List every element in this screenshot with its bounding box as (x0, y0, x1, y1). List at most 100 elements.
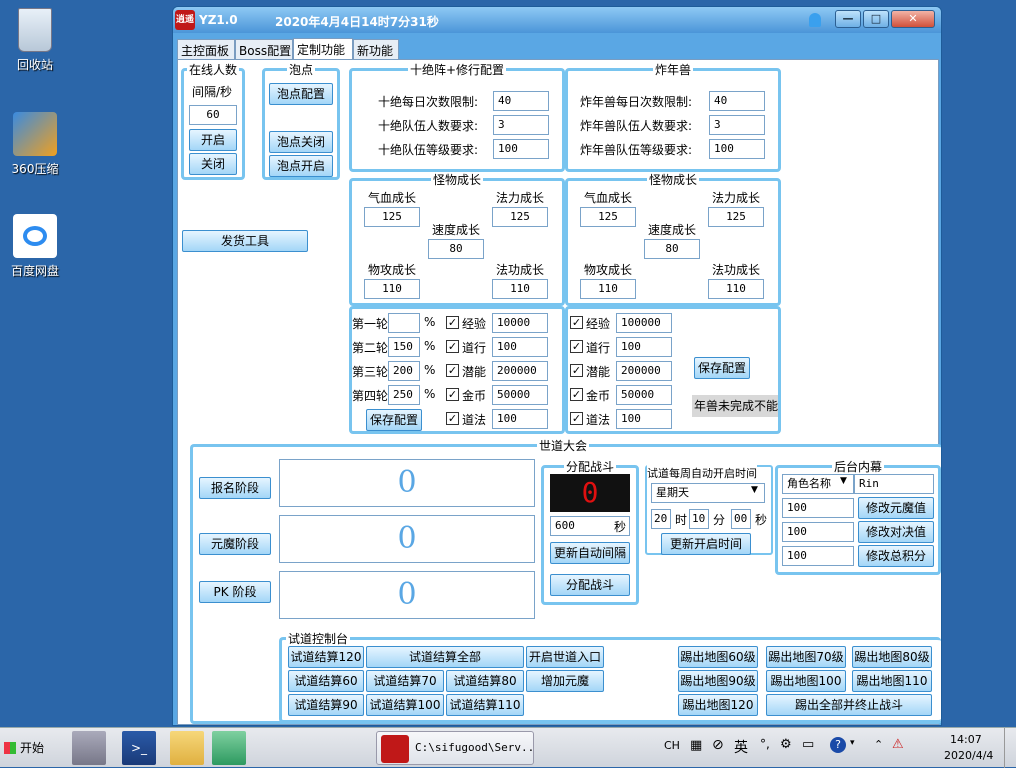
gold-checkbox[interactable]: ✓ (570, 388, 583, 401)
hp-growth-input[interactable]: 125 (580, 207, 636, 227)
mp-growth-input[interactable]: 125 (492, 207, 548, 227)
round4-input[interactable]: 250 (388, 385, 420, 405)
minimize-button[interactable]: — (835, 10, 861, 28)
shijue-team-size-input[interactable]: 3 (493, 115, 549, 135)
powershell-icon[interactable]: >_ (122, 731, 156, 765)
help-icon[interactable]: ? (830, 737, 846, 753)
round2-input[interactable]: 150 (388, 337, 420, 357)
round1-input[interactable] (388, 313, 420, 333)
signup-stage-button[interactable]: 报名阶段 (199, 477, 271, 499)
tab-new-functions[interactable]: 新功能 (353, 39, 399, 59)
daofa-input[interactable]: 100 (492, 409, 548, 429)
close-button[interactable]: ✕ (891, 10, 935, 28)
settle-all-button[interactable]: 试道结算全部 (366, 646, 524, 668)
tab-main-panel[interactable]: 主控面板 (177, 39, 235, 59)
tray-arrow-icon[interactable]: ▾ (850, 738, 855, 748)
nian-team-level-input[interactable]: 100 (709, 139, 765, 159)
shijue-team-level-input[interactable]: 100 (493, 139, 549, 159)
atk-growth-input[interactable]: 110 (580, 279, 636, 299)
duel-value-input[interactable]: 100 (782, 522, 854, 542)
tray-expand-icon[interactable]: ⌃ (874, 738, 883, 751)
potential-input[interactable]: 200000 (492, 361, 548, 381)
atk-growth-input[interactable]: 110 (364, 279, 420, 299)
daofa-checkbox[interactable]: ✓ (570, 412, 583, 425)
hp-growth-input[interactable]: 125 (364, 207, 420, 227)
input-lang-indicator[interactable]: CH (664, 739, 680, 752)
exp-input[interactable]: 10000 (492, 313, 548, 333)
bubble-config-button[interactable]: 泡点配置 (269, 83, 333, 105)
network-error-icon[interactable]: ⚠ (892, 737, 904, 752)
exp-checkbox[interactable]: ✓ (446, 316, 459, 329)
pk-stage-button[interactable]: PK 阶段 (199, 581, 271, 603)
maximize-button[interactable]: □ (863, 10, 889, 28)
chevron-down-icon[interactable]: ▼ (840, 476, 847, 486)
settle-80-button[interactable]: 试道结算80 (446, 670, 524, 692)
role-name-input[interactable]: Rin (854, 474, 934, 494)
clock-time[interactable]: 14:07 (950, 733, 982, 746)
kick-70-button[interactable]: 踢出地图70级 (766, 646, 846, 668)
bubble-open-button[interactable]: 泡点开启 (269, 155, 333, 177)
round-save-config-button[interactable]: 保存配置 (366, 409, 422, 431)
app-green-icon[interactable] (212, 731, 246, 765)
yuanmo-stage-button[interactable]: 元魔阶段 (199, 533, 271, 555)
online-close-button[interactable]: 关闭 (189, 153, 237, 175)
nian-team-size-input[interactable]: 3 (709, 115, 765, 135)
allocate-battle-button[interactable]: 分配战斗 (550, 574, 630, 596)
kick-100-button[interactable]: 踢出地图100 (766, 670, 846, 692)
potential-input[interactable]: 200000 (616, 361, 672, 381)
daoxing-checkbox[interactable]: ✓ (446, 340, 459, 353)
update-open-time-button[interactable]: 更新开启时间 (661, 533, 751, 555)
kick-90-button[interactable]: 踢出地图90级 (678, 670, 758, 692)
send-tool-button[interactable]: 发货工具 (182, 230, 308, 252)
settle-100-button[interactable]: 试道结算100 (366, 694, 444, 716)
server-manager-icon[interactable] (72, 731, 106, 765)
gold-input[interactable]: 50000 (492, 385, 548, 405)
daoxing-input[interactable]: 100 (616, 337, 672, 357)
total-score-input[interactable]: 100 (782, 546, 854, 566)
speed-growth-input[interactable]: 80 (428, 239, 484, 259)
tray-window-icon[interactable]: ▭ (802, 737, 814, 752)
taskbar-app-item[interactable]: C:\sifugood\Serv... (376, 731, 534, 765)
settle-70-button[interactable]: 试道结算70 (366, 670, 444, 692)
gold-input[interactable]: 50000 (616, 385, 672, 405)
modify-total-score-button[interactable]: 修改总积分 (858, 545, 934, 567)
settle-90-button[interactable]: 试道结算90 (288, 694, 364, 716)
desktop-icon-baidu-netdisk[interactable]: 百度网盘 (3, 214, 67, 279)
file-explorer-icon[interactable] (170, 731, 204, 765)
kick-120-button[interactable]: 踢出地图120 (678, 694, 758, 716)
bubble-close-button[interactable]: 泡点关闭 (269, 131, 333, 153)
show-desktop-button[interactable] (1004, 728, 1016, 768)
daoxing-input[interactable]: 100 (492, 337, 548, 357)
daofa-input[interactable]: 100 (616, 409, 672, 429)
daoxing-checkbox[interactable]: ✓ (570, 340, 583, 353)
open-entrance-button[interactable]: 开启世道入口 (526, 646, 604, 668)
clock-date[interactable]: 2020/4/4 (944, 749, 993, 762)
daofa-checkbox[interactable]: ✓ (446, 412, 459, 425)
round3-input[interactable]: 200 (388, 361, 420, 381)
matk-growth-input[interactable]: 110 (708, 279, 764, 299)
tray-punctuation-icon[interactable]: °, (760, 737, 770, 751)
kick-all-stop-button[interactable]: 踢出全部并终止战斗 (766, 694, 932, 716)
settle-120-button[interactable]: 试道结算120 (288, 646, 364, 668)
exp-input[interactable]: 100000 (616, 313, 672, 333)
second-input[interactable]: 00 (731, 509, 751, 529)
gold-checkbox[interactable]: ✓ (446, 388, 459, 401)
tray-block-icon[interactable]: ⊘ (712, 737, 724, 753)
modify-duel-button[interactable]: 修改对决值 (858, 521, 934, 543)
online-open-button[interactable]: 开启 (189, 129, 237, 151)
settle-60-button[interactable]: 试道结算60 (288, 670, 364, 692)
hour-input[interactable]: 20 (651, 509, 671, 529)
tray-soft-keyboard-icon[interactable]: ⚙ (780, 737, 792, 752)
interval-input[interactable]: 60 (189, 105, 237, 125)
nian-save-config-button[interactable]: 保存配置 (694, 357, 750, 379)
settle-110-button[interactable]: 试道结算110 (446, 694, 524, 716)
tab-custom-functions[interactable]: 定制功能 (293, 38, 353, 60)
kick-110-button[interactable]: 踢出地图110 (852, 670, 932, 692)
chevron-down-icon[interactable]: ▼ (751, 485, 758, 495)
minute-input[interactable]: 10 (689, 509, 709, 529)
start-button[interactable]: 开始 (2, 731, 48, 765)
desktop-icon-360zip[interactable]: 360压缩 (3, 112, 67, 177)
nian-limit-input[interactable]: 40 (709, 91, 765, 111)
tray-figure-icon[interactable] (809, 13, 821, 27)
speed-growth-input[interactable]: 80 (644, 239, 700, 259)
